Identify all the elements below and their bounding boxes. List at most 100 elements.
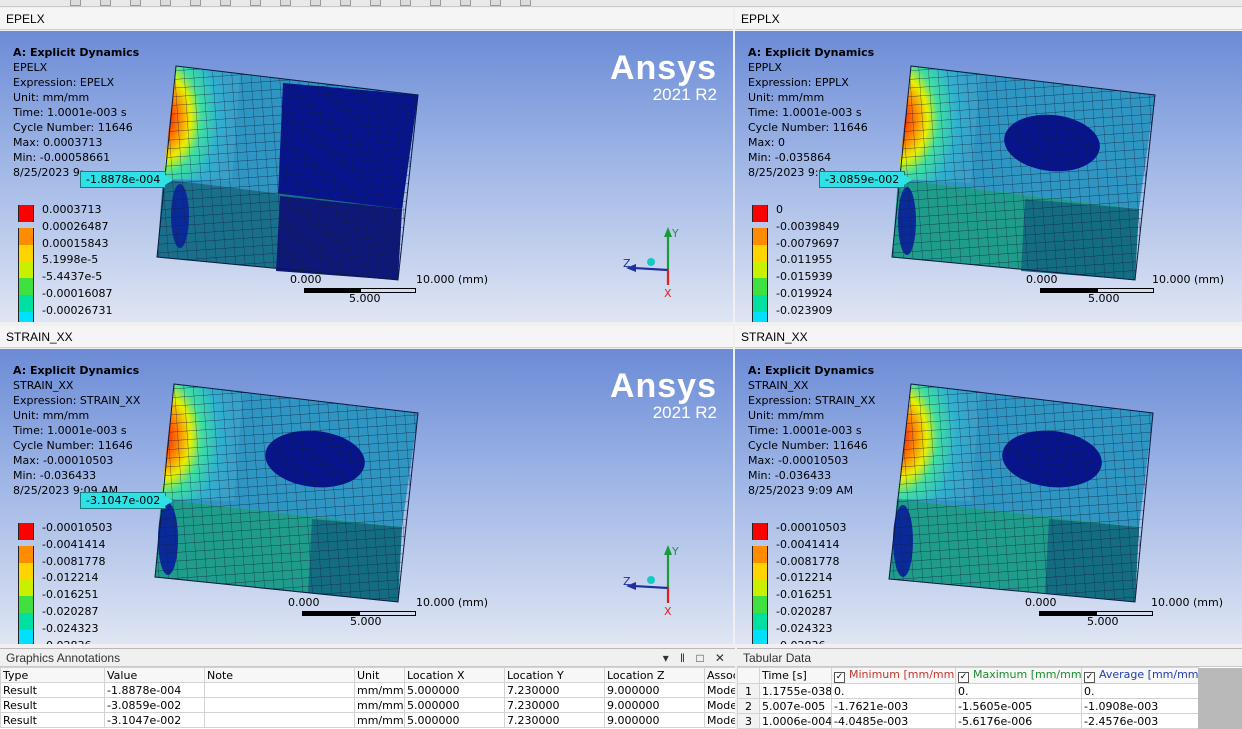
table-cell[interactable]: 7.230000 bbox=[504, 712, 605, 728]
toolbar-button[interactable] bbox=[340, 0, 351, 6]
toolbar-strip bbox=[0, 0, 1242, 7]
table-cell[interactable]: -2.4576e-003 bbox=[1081, 713, 1199, 729]
toolbar-button[interactable] bbox=[160, 0, 171, 6]
result-expression: Expression: STRAIN_XX bbox=[13, 394, 141, 407]
probe-label[interactable]: -1.8878e-004 bbox=[80, 171, 174, 188]
table-cell[interactable]: 0. bbox=[831, 683, 956, 699]
legend-swatch bbox=[752, 278, 768, 296]
logo-brand: Ansys bbox=[609, 49, 717, 87]
table-cell[interactable]: -1.7621e-003 bbox=[831, 698, 956, 714]
viewport-epplx[interactable]: EPPLX A: Explicit Dynamics EPPLX Express… bbox=[735, 8, 1242, 322]
table-cell[interactable]: Result bbox=[0, 712, 105, 728]
toolbar-button[interactable] bbox=[400, 0, 411, 6]
table-cell[interactable]: 5.000000 bbox=[404, 697, 505, 713]
graphics-canvas[interactable]: A: Explicit Dynamics EPELX Expression: E… bbox=[0, 31, 733, 322]
table-cell[interactable]: -5.6176e-006 bbox=[955, 713, 1082, 729]
table-row[interactable]: Result -3.0859e-002 mm/mm 5.000000 7.230000 9… bbox=[0, 697, 735, 713]
graphics-canvas[interactable]: A: Explicit Dynamics STRAIN_XX Expressio… bbox=[0, 349, 733, 644]
column-header[interactable]: Note bbox=[204, 667, 355, 683]
graphics-annotations-panel[interactable]: Graphics Annotations ▾ ‖ □ ✕ Type Value No… bbox=[0, 648, 735, 729]
table-cell[interactable]: 1.1755e-038 bbox=[759, 683, 832, 699]
table-cell[interactable]: -3.1047e-002 bbox=[104, 712, 205, 728]
table-cell[interactable]: mm/mm bbox=[354, 682, 405, 698]
viewport-strain-xx-right[interactable]: STRAIN_XX A: Explicit Dynamics STRAIN_XX… bbox=[735, 326, 1242, 644]
table-cell[interactable]: -1.5605e-005 bbox=[955, 698, 1082, 714]
column-header[interactable]: Location X bbox=[404, 667, 505, 683]
column-header[interactable]: Assoc bbox=[704, 667, 735, 683]
table-cell[interactable]: -1.0908e-003 bbox=[1081, 698, 1199, 714]
table-cell[interactable]: 9.000000 bbox=[604, 712, 705, 728]
viewport-strain-xx-left[interactable]: STRAIN_XX A: Explicit Dynamics STRAIN_XX… bbox=[0, 326, 733, 644]
table-row[interactable]: Result -3.1047e-002 mm/mm 5.000000 7.230000 9… bbox=[0, 712, 735, 728]
toolbar-button[interactable] bbox=[250, 0, 261, 6]
graphics-canvas[interactable]: A: Explicit Dynamics EPPLX Expression: E… bbox=[735, 31, 1242, 322]
table-cell[interactable]: 7.230000 bbox=[504, 682, 605, 698]
toolbar-button[interactable] bbox=[190, 0, 201, 6]
table-cell[interactable]: 9.000000 bbox=[604, 682, 705, 698]
table-cell[interactable]: -1.8878e-004 bbox=[104, 682, 205, 698]
table-cell[interactable]: Result bbox=[0, 697, 105, 713]
toolbar-button[interactable] bbox=[130, 0, 141, 6]
checkbox-icon[interactable]: ✓ bbox=[834, 672, 845, 683]
table-row[interactable]: Result -1.8878e-004 mm/mm 5.000000 7.230000 9… bbox=[0, 682, 735, 698]
row-number: 2 bbox=[737, 698, 760, 714]
table-cell[interactable] bbox=[204, 682, 355, 698]
toolbar-button[interactable] bbox=[280, 0, 291, 6]
table-cell[interactable]: -4.0485e-003 bbox=[831, 713, 956, 729]
tabular-data-panel[interactable]: Tabular Data Time [s] ✓ Minimum [mm/mm] ✓ Ma… bbox=[737, 648, 1242, 729]
table-cell[interactable]: 0. bbox=[1081, 683, 1199, 699]
probe-label[interactable]: -3.0859e-002 bbox=[819, 171, 913, 188]
table-cell[interactable]: Mode bbox=[704, 697, 735, 713]
table-cell[interactable]: 9.000000 bbox=[604, 697, 705, 713]
column-header[interactable]: Time [s] bbox=[759, 667, 832, 684]
table-row[interactable]: 2 5.007e-005 -1.7621e-003 -1.5605e-005 -1.09… bbox=[737, 698, 1199, 714]
toolbar-button[interactable] bbox=[370, 0, 381, 6]
table-cell[interactable]: Mode bbox=[704, 712, 735, 728]
table-cell[interactable]: 5.000000 bbox=[404, 682, 505, 698]
table-row[interactable]: 1 1.1755e-038 0. 0. 0. bbox=[737, 683, 1199, 699]
axis-triad[interactable]: Y Z X bbox=[620, 541, 690, 621]
table-cell[interactable]: 1.0006e-004 bbox=[759, 713, 832, 729]
table-cell[interactable]: Mode bbox=[704, 682, 735, 698]
column-header[interactable]: ✓ Average [mm/mm] bbox=[1081, 667, 1199, 684]
table-cell[interactable]: -3.0859e-002 bbox=[104, 697, 205, 713]
toolbar-button[interactable] bbox=[430, 0, 441, 6]
legend-swatch bbox=[752, 205, 768, 222]
legend-swatch bbox=[752, 244, 768, 262]
column-header[interactable]: Type bbox=[0, 667, 105, 683]
table-cell[interactable]: 7.230000 bbox=[504, 697, 605, 713]
table-cell[interactable]: 5.007e-005 bbox=[759, 698, 832, 714]
toolbar-button[interactable] bbox=[520, 0, 531, 6]
column-header[interactable]: Value bbox=[104, 667, 205, 683]
probe-label[interactable]: -3.1047e-002 bbox=[80, 492, 174, 509]
table-cell[interactable] bbox=[204, 712, 355, 728]
table-cell[interactable]: mm/mm bbox=[354, 712, 405, 728]
checkbox-icon[interactable]: ✓ bbox=[958, 672, 969, 683]
column-header[interactable]: Location Y bbox=[504, 667, 605, 683]
table-row[interactable]: 3 1.0006e-004 -4.0485e-003 -5.6176e-006 -2.4… bbox=[737, 713, 1199, 729]
checkbox-icon[interactable]: ✓ bbox=[1084, 672, 1095, 683]
table-cell[interactable] bbox=[204, 697, 355, 713]
column-header[interactable]: Location Z bbox=[604, 667, 705, 683]
viewport-epelx[interactable]: EPELX A: Explicit Dynamics EPELX Express… bbox=[0, 8, 733, 322]
result-info-block: A: Explicit Dynamics STRAIN_XX Expressio… bbox=[13, 363, 140, 498]
column-header[interactable]: ✓ Minimum [mm/mm] bbox=[831, 667, 956, 684]
annotations-table[interactable]: Type Value Note Unit Location X Location Y Loc… bbox=[0, 667, 735, 728]
column-header[interactable]: ✓ Maximum [mm/mm] bbox=[955, 667, 1082, 684]
panel-controls[interactable]: ▾ ‖ □ ✕ bbox=[663, 649, 729, 667]
system-name: A: Explicit Dynamics bbox=[748, 364, 875, 377]
graphics-canvas[interactable]: A: Explicit Dynamics STRAIN_XX Expressio… bbox=[735, 349, 1242, 644]
column-header[interactable]: Unit bbox=[354, 667, 405, 683]
table-cell[interactable]: mm/mm bbox=[354, 697, 405, 713]
toolbar-button[interactable] bbox=[460, 0, 471, 6]
table-cell[interactable]: 0. bbox=[955, 683, 1082, 699]
toolbar-button[interactable] bbox=[310, 0, 321, 6]
table-cell[interactable]: 5.000000 bbox=[404, 712, 505, 728]
toolbar-button[interactable] bbox=[100, 0, 111, 6]
toolbar-button[interactable] bbox=[220, 0, 231, 6]
toolbar-button[interactable] bbox=[70, 0, 81, 6]
tabular-table[interactable]: Time [s] ✓ Minimum [mm/mm] ✓ Maximum [mm/mm]… bbox=[737, 667, 1199, 729]
table-cell[interactable]: Result bbox=[0, 682, 105, 698]
toolbar-button[interactable] bbox=[490, 0, 501, 6]
axis-triad[interactable]: Y Z X bbox=[620, 223, 690, 303]
